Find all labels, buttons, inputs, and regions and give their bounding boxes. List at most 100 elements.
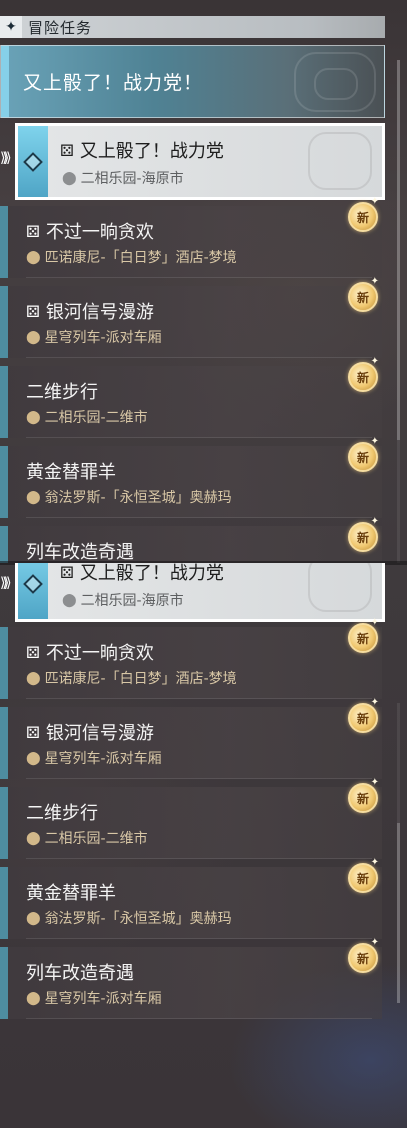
new-badge: 新 ✦ [348,937,379,973]
section-header: ✦ 冒险任务 [0,16,385,38]
quest-accent-bar [0,366,8,438]
selected-quest-name-row: ⚄ 又上骰了！战力党 [60,137,224,163]
new-badge: 新 ✦ [348,777,379,813]
selected-quest-item[interactable]: ⚄ 又上骰了！战力党 ⬤ 二相乐园-海原市 [15,123,385,200]
location-pin-icon: ⬤ [62,592,77,608]
scrollbar[interactable] [397,60,400,563]
quest-item[interactable]: ⚄ 银河信号漫游 ⬤ 星穹列车-派对车厢 新 ✦ [0,276,382,358]
selected-quest-item[interactable]: ⚄ 又上骰了！战力党 ⬤ 二相乐园-海原市 [15,563,385,622]
quest-item[interactable]: 黄金替罪羊 ⬤ 翁法罗斯-「永恒圣城」奥赫玛 新 ✦ [0,857,382,939]
new-badge-label: 新 [356,450,369,465]
selected-quest-location: 二相乐园-海原市 [80,171,184,187]
quest-item[interactable]: 列车改造奇遇 ⬤ 星穹列车-派对车厢 新 ✦ [0,937,382,1019]
quest-accent-bar [0,947,8,1019]
selected-accent [18,563,48,619]
new-badge-label: 新 [356,791,369,806]
quest-location-row: ⬤ 二相乐园-二维市 [26,828,148,848]
quest-name-row: ⚄ 银河信号漫游 [26,298,154,324]
dice-icon: ⚄ [60,140,74,160]
quest-name: 黄金替罪羊 [26,883,116,904]
quest-name-row: 黄金替罪羊 [26,458,116,484]
dice-icon: ⚄ [26,221,40,241]
sparkle-icon: ✦ [370,937,379,948]
selected-quest-location-row: ⬤ 二相乐园-海原市 [62,168,184,188]
new-badge: 新 ✦ [348,516,379,552]
quest-location: 二相乐园-二维市 [44,410,148,426]
quest-location-row: ⬤ 星穹列车-派对车厢 [26,748,162,768]
quest-location: 翁法罗斯-「永恒圣城」奥赫玛 [44,490,232,506]
scrollbar-thumb[interactable] [397,823,400,1003]
new-badge: 新 ✦ [348,617,379,653]
quest-name: 黄金替罪羊 [26,462,116,483]
new-badge: 新 ✦ [348,857,379,893]
quest-item[interactable]: ⚄ 银河信号漫游 ⬤ 星穹列车-派对车厢 新 ✦ [0,697,382,779]
quest-name: 列车改造奇遇 [26,963,134,984]
quest-name-row: 列车改造奇遇 [26,538,134,563]
quest-name: 不过一晌贪欢 [45,222,154,243]
sparkle-icon: ✦ [370,436,379,447]
new-badge: 新 ✦ [348,276,379,312]
quest-name: 银河信号漫游 [45,723,154,744]
sparkle-icon: ✦ [370,356,379,367]
mascot-watermark-icon [308,563,372,612]
sparkle-icon: ✦ [370,857,379,868]
quest-item[interactable]: 黄金替罪羊 ⬤ 翁法罗斯-「永恒圣城」奥赫玛 新 ✦ [0,436,382,518]
quest-accent-bar [0,787,8,859]
new-badge-label: 新 [356,370,369,385]
quest-accent-bar [0,206,8,278]
quest-location-row: ⬤ 二相乐园-二维市 [26,407,148,427]
quest-item[interactable]: 列车改造奇遇 新 ✦ [0,516,382,563]
selection-pointer-icon: ⟫⟫ [0,575,11,591]
featured-accent-bar [1,46,9,117]
quest-item[interactable]: ⚄ 不过一晌贪欢 ⬤ 匹诺康尼-「白日梦」酒店-梦境 新 ✦ [0,617,382,699]
new-badge-label: 新 [356,711,369,726]
location-pin-icon: ⬤ [26,670,41,686]
quest-item[interactable]: ⚄ 不过一晌贪欢 ⬤ 匹诺康尼-「白日梦」酒店-梦境 新 ✦ [0,196,382,278]
quest-location: 翁法罗斯-「永恒圣城」奥赫玛 [44,911,232,927]
quest-accent-bar [0,286,8,358]
location-pin-icon: ⬤ [26,830,41,846]
quest-accent-bar [0,446,8,518]
quest-panel-top: ✦ 冒险任务 又上骰了！战力党！ ⟫⟫ ⚄ 又上骰了！战力党 ⬤ 二相乐园-海原… [0,0,407,563]
featured-quest-banner[interactable]: 又上骰了！战力党！ [0,45,385,118]
quest-panel-scrolled: ⟫⟫ ⚄ 又上骰了！战力党 ⬤ 二相乐园-海原市 ⚄ 不过一晌贪欢 ⬤ 匹诺康尼… [0,563,407,1128]
new-badge-label: 新 [356,871,369,886]
new-badge-label: 新 [356,631,369,646]
quest-name: 二维步行 [26,382,98,403]
dice-icon: ⚄ [60,563,74,582]
dice-icon: ⚄ [26,642,40,662]
quest-location: 星穹列车-派对车厢 [44,751,162,767]
quest-name-row: 二维步行 [26,378,98,404]
quest-item[interactable]: 二维步行 ⬤ 二相乐园-二维市 新 ✦ [0,777,382,859]
quest-location: 星穹列车-派对车厢 [44,991,162,1007]
new-badge-label: 新 [356,290,369,305]
selected-quest-name: 又上骰了！战力党 [79,563,224,584]
new-badge-label: 新 [356,530,369,545]
selected-accent [18,126,48,197]
quest-name-row: ⚄ 银河信号漫游 [26,719,154,745]
new-badge: 新 ✦ [348,356,379,392]
quest-location-row: ⬤ 翁法罗斯-「永恒圣城」奥赫玛 [26,487,232,507]
quest-name-row: 列车改造奇遇 [26,959,134,985]
scrollbar[interactable] [397,703,400,1003]
location-pin-icon: ⬤ [26,409,41,425]
quest-item[interactable]: 二维步行 ⬤ 二相乐园-二维市 新 ✦ [0,356,382,438]
location-pin-icon: ⬤ [26,489,41,505]
quest-name-row: 二维步行 [26,799,98,825]
quest-accent-bar [0,526,8,563]
selected-quest-name: 又上骰了！战力党 [79,141,224,162]
location-pin-icon: ⬤ [26,329,41,345]
diamond-icon [23,573,43,594]
sparkle-icon: ✦ [370,617,379,628]
quest-name-row: 黄金替罪羊 [26,879,116,905]
dice-icon: ⚄ [26,722,40,742]
sparkle-icon: ✦ [370,276,379,287]
section-title: 冒险任务 [28,18,93,37]
quest-location-row: ⬤ 匹诺康尼-「白日梦」酒店-梦境 [26,247,237,267]
quest-accent-bar [0,707,8,779]
new-badge: 新 ✦ [348,697,379,733]
dice-icon: ⚄ [26,301,40,321]
scrollbar-thumb[interactable] [397,60,400,440]
sparkle-icon: ✦ [370,516,379,527]
selected-quest-name-row: ⚄ 又上骰了！战力党 [60,563,224,585]
